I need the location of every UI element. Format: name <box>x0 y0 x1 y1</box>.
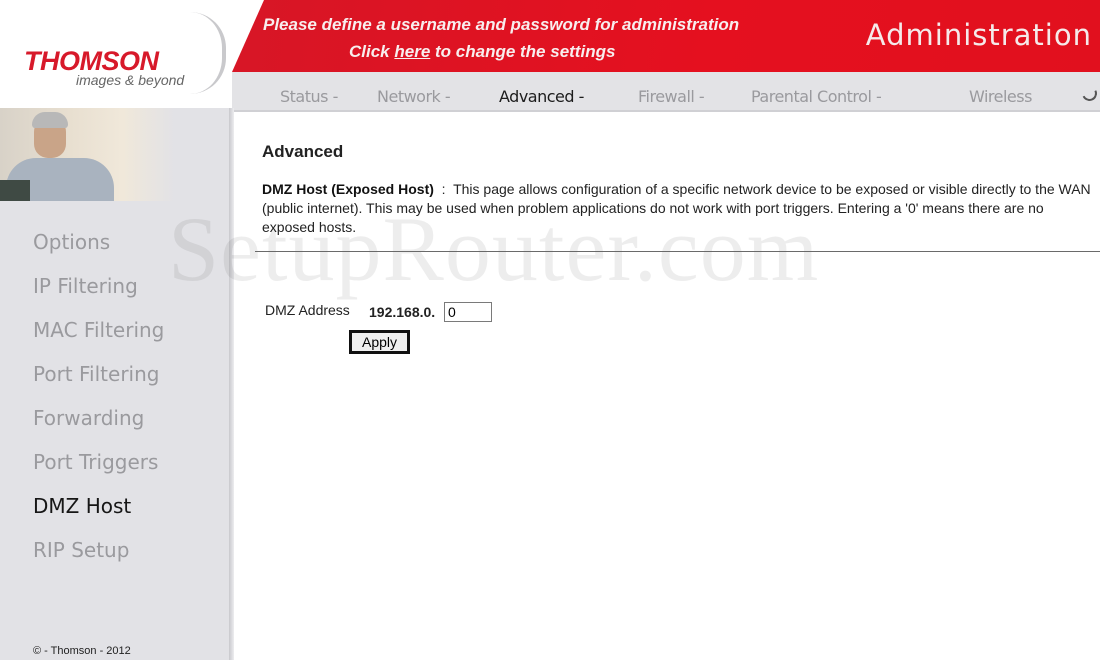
sidebar-item-forwarding[interactable]: Forwarding <box>33 406 144 430</box>
brand-tagline: images & beyond <box>76 72 185 88</box>
tab-network[interactable]: Network - <box>377 87 451 106</box>
apply-button[interactable]: Apply <box>349 330 410 354</box>
sidebar-item-port-triggers[interactable]: Port Triggers <box>33 450 158 474</box>
sidebar-item-rip-setup[interactable]: RIP Setup <box>33 538 129 562</box>
section-title: Administration <box>865 18 1092 52</box>
page-description: DMZ Host (Exposed Host) : This page allo… <box>262 180 1097 237</box>
admin-warning-line2: Click here to change the settings <box>349 42 615 62</box>
admin-warning-line1: Please define a username and password fo… <box>263 15 740 34</box>
description-title: DMZ Host (Exposed Host) <box>262 181 434 197</box>
sidebar-divider <box>229 108 234 660</box>
photo-laptop <box>0 180 30 201</box>
tab-advanced[interactable]: Advanced - <box>499 87 584 106</box>
sidebar-item-dmz-host[interactable]: DMZ Host <box>33 494 131 518</box>
description-separator: : <box>433 181 454 197</box>
sidebar-item-mac-filtering[interactable]: MAC Filtering <box>33 318 164 342</box>
tab-firewall[interactable]: Firewall - <box>638 87 705 106</box>
banner-photo <box>0 108 175 201</box>
page-title: Advanced <box>262 142 344 161</box>
admin-warning-prefix: Click <box>349 42 395 61</box>
admin-warning-suffix: to change the settings <box>430 42 616 61</box>
sidebar-item-options[interactable]: Options <box>33 230 110 254</box>
dmz-address-input[interactable] <box>444 302 492 322</box>
change-settings-link[interactable]: here <box>394 42 430 61</box>
logo-area: THOMSON images & beyond <box>0 0 262 108</box>
tab-wireless[interactable]: Wireless <box>969 87 1032 106</box>
tab-status[interactable]: Status - <box>280 87 338 106</box>
dmz-address-label: DMZ Address <box>265 302 350 318</box>
sidebar-item-port-filtering[interactable]: Port Filtering <box>33 362 159 386</box>
dmz-address-prefix: 192.168.0. <box>369 304 436 320</box>
tab-parental-control[interactable]: Parental Control - <box>751 87 882 106</box>
section-divider <box>255 251 1100 252</box>
logo-swoosh-icon <box>190 12 226 94</box>
copyright-footer: © - Thomson - 2012 <box>33 645 131 657</box>
photo-person-hair <box>32 112 68 128</box>
sidebar-item-ip-filtering[interactable]: IP Filtering <box>33 274 138 298</box>
